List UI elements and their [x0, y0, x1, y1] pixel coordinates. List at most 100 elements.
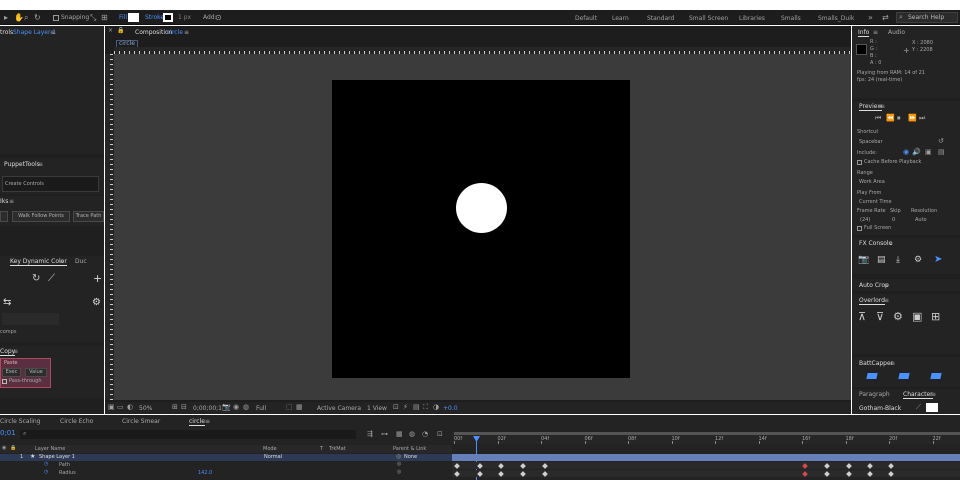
- include-audio-icon[interactable]: 🔊: [912, 149, 921, 156]
- prop-radius-value[interactable]: 142.0: [198, 471, 212, 476]
- play-from-value[interactable]: Current Time: [859, 200, 892, 205]
- duik-menu-icon[interactable]: ≡: [9, 199, 14, 205]
- duik-title[interactable]: Iks: [0, 199, 8, 205]
- frame-rate-value[interactable]: (24): [860, 218, 870, 223]
- work-area-bar[interactable]: [454, 432, 960, 435]
- font-eyedropper-icon[interactable]: ⟋: [916, 404, 921, 411]
- value-button[interactable]: Value: [25, 368, 47, 377]
- overlord-menu-icon[interactable]: ≡: [884, 298, 889, 304]
- add-icon[interactable]: +: [93, 273, 102, 284]
- zoom-level[interactable]: 50%: [139, 406, 152, 412]
- lock-icon[interactable]: 🔒: [117, 28, 124, 34]
- fast-preview-icon[interactable]: ⚡: [403, 404, 408, 411]
- snapshot-icon[interactable]: 📷: [222, 404, 231, 411]
- snap-options-icon[interactable]: ⤡: [90, 14, 96, 22]
- workspace-smalls-duik[interactable]: Smalls_Duik: [818, 15, 854, 22]
- timeline-tab-circle-scaling[interactable]: Circle Scaling: [0, 419, 41, 425]
- composition-menu-icon[interactable]: ≡: [184, 30, 189, 36]
- audio-tab[interactable]: Audio: [888, 30, 905, 36]
- info-tab[interactable]: Info: [858, 30, 870, 37]
- layer-parent[interactable]: None: [404, 455, 417, 460]
- push-down-icon[interactable]: ⊽: [876, 311, 884, 322]
- trace-path-button[interactable]: Trace Path: [73, 211, 104, 222]
- shortcut-value[interactable]: Spacebar: [859, 140, 883, 145]
- show-channel-icon[interactable]: ◉: [233, 404, 239, 411]
- character-tab[interactable]: Character: [903, 392, 933, 399]
- camera-dropdown[interactable]: Active Camera: [317, 406, 361, 412]
- monitor-icon[interactable]: ▭: [117, 404, 124, 411]
- select-tool-icon[interactable]: ▸: [4, 14, 8, 22]
- left-cut-button[interactable]: [0, 211, 8, 222]
- preview-menu-icon[interactable]: ≡: [880, 104, 885, 110]
- include-overlays-icon[interactable]: ▣: [925, 149, 932, 156]
- snapping-checkbox[interactable]: [53, 15, 59, 21]
- text-fill-swatch[interactable]: [926, 403, 938, 412]
- dynamic-color-menu-icon[interactable]: ≡: [59, 259, 64, 265]
- puppet-tools-menu-icon[interactable]: ≡: [38, 162, 43, 168]
- eyedropper-icon[interactable]: ⟋: [48, 274, 55, 284]
- pass-through-checkbox[interactable]: [2, 379, 7, 384]
- frame-blending-icon[interactable]: ▦: [396, 431, 403, 438]
- cache-checkbox[interactable]: [857, 160, 862, 165]
- stopwatch-path-icon[interactable]: ◷: [44, 462, 48, 467]
- hand-tool-icon[interactable]: ✋: [14, 14, 24, 22]
- overlord-title[interactable]: Overlord: [859, 298, 885, 305]
- exec-button[interactable]: Exec: [2, 368, 21, 377]
- download-icon[interactable]: ⤓: [896, 256, 900, 265]
- path-expression-icon[interactable]: ◎: [397, 462, 401, 467]
- bartcapper-title[interactable]: BattCapper: [859, 361, 893, 367]
- layer-mode[interactable]: Normal: [264, 455, 282, 460]
- reset-icon[interactable]: ↺: [938, 138, 944, 145]
- settings-gear-icon[interactable]: ⚙: [92, 298, 101, 308]
- cap-center-button[interactable]: [898, 373, 910, 379]
- mask-icon[interactable]: ◐: [127, 404, 133, 411]
- graph-toggle-icon[interactable]: ⊡: [437, 431, 443, 438]
- graph-editor-icon[interactable]: ◔: [422, 431, 428, 438]
- region-of-interest-icon[interactable]: ⬚: [286, 404, 293, 411]
- paragraph-tab[interactable]: Paragraph: [859, 392, 890, 398]
- timeline-tab-circle-smear[interactable]: Circle Smear: [122, 419, 160, 425]
- swap-icon[interactable]: ⇆: [3, 298, 11, 308]
- layer-track-bar[interactable]: [452, 454, 960, 461]
- workspace-standard[interactable]: Standard: [647, 15, 674, 22]
- sync-icon[interactable]: ⇄: [882, 14, 889, 22]
- color-channel-icon[interactable]: ◍: [243, 404, 249, 411]
- pickwhip-icon[interactable]: ◎: [396, 454, 401, 460]
- puppet-tools-title[interactable]: PuppetTools: [4, 162, 40, 168]
- camera-icon[interactable]: 📷: [858, 256, 869, 265]
- preview-title[interactable]: Preview: [859, 104, 883, 111]
- exposure-value[interactable]: +0.0: [443, 406, 458, 412]
- views-dropdown[interactable]: 1 View: [367, 406, 387, 412]
- motion-blur-icon[interactable]: ◍: [409, 431, 415, 438]
- timeline-timecode[interactable]: 0;01: [0, 430, 16, 437]
- bartcapper-menu-icon[interactable]: ≡: [890, 361, 895, 367]
- add-dropdown-icon[interactable]: ⊙: [215, 14, 222, 22]
- prev-frame-icon[interactable]: ⏪: [886, 115, 895, 122]
- walk-follow-points-button[interactable]: Walk Follow Points: [12, 211, 70, 222]
- workspace-learn[interactable]: Learn: [612, 15, 629, 22]
- workspace-overflow-icon[interactable]: »: [868, 14, 873, 22]
- info-menu-icon[interactable]: ≡: [873, 30, 878, 36]
- full-screen-checkbox[interactable]: [857, 226, 862, 231]
- fx-console-menu-icon[interactable]: ≡: [888, 241, 893, 247]
- circle-shape[interactable]: [456, 183, 507, 233]
- safe-zones-icon[interactable]: ⊞: [172, 404, 178, 411]
- resolution-value[interactable]: Auto: [915, 218, 927, 223]
- cap-left-button[interactable]: [866, 373, 878, 379]
- timeline-menu-icon[interactable]: ≡: [205, 419, 210, 425]
- timeline-tab-circle-echo[interactable]: Circle Echo: [60, 419, 93, 425]
- include-layers-icon[interactable]: ▤: [938, 149, 945, 156]
- workspace-libraries[interactable]: Libraries: [739, 15, 765, 22]
- overlord-options-icon[interactable]: ⚙: [893, 311, 903, 322]
- first-frame-icon[interactable]: ⏮: [875, 115, 881, 122]
- dynamic-color-tab2[interactable]: Duc: [75, 259, 87, 265]
- image-icon[interactable]: ▤: [877, 256, 886, 265]
- toggle-pixel-icon[interactable]: ⊡: [393, 404, 399, 411]
- include-video-icon[interactable]: ◉: [903, 149, 909, 156]
- overlord-image-icon[interactable]: ▣: [912, 311, 922, 322]
- exposure-icon[interactable]: ◑: [433, 404, 439, 411]
- timeline-tab-circle[interactable]: circle: [189, 419, 205, 426]
- shy-layers-icon[interactable]: ⊶: [381, 431, 388, 438]
- stroke-swatch[interactable]: [163, 13, 173, 22]
- radius-expression-icon[interactable]: ◎: [397, 470, 401, 475]
